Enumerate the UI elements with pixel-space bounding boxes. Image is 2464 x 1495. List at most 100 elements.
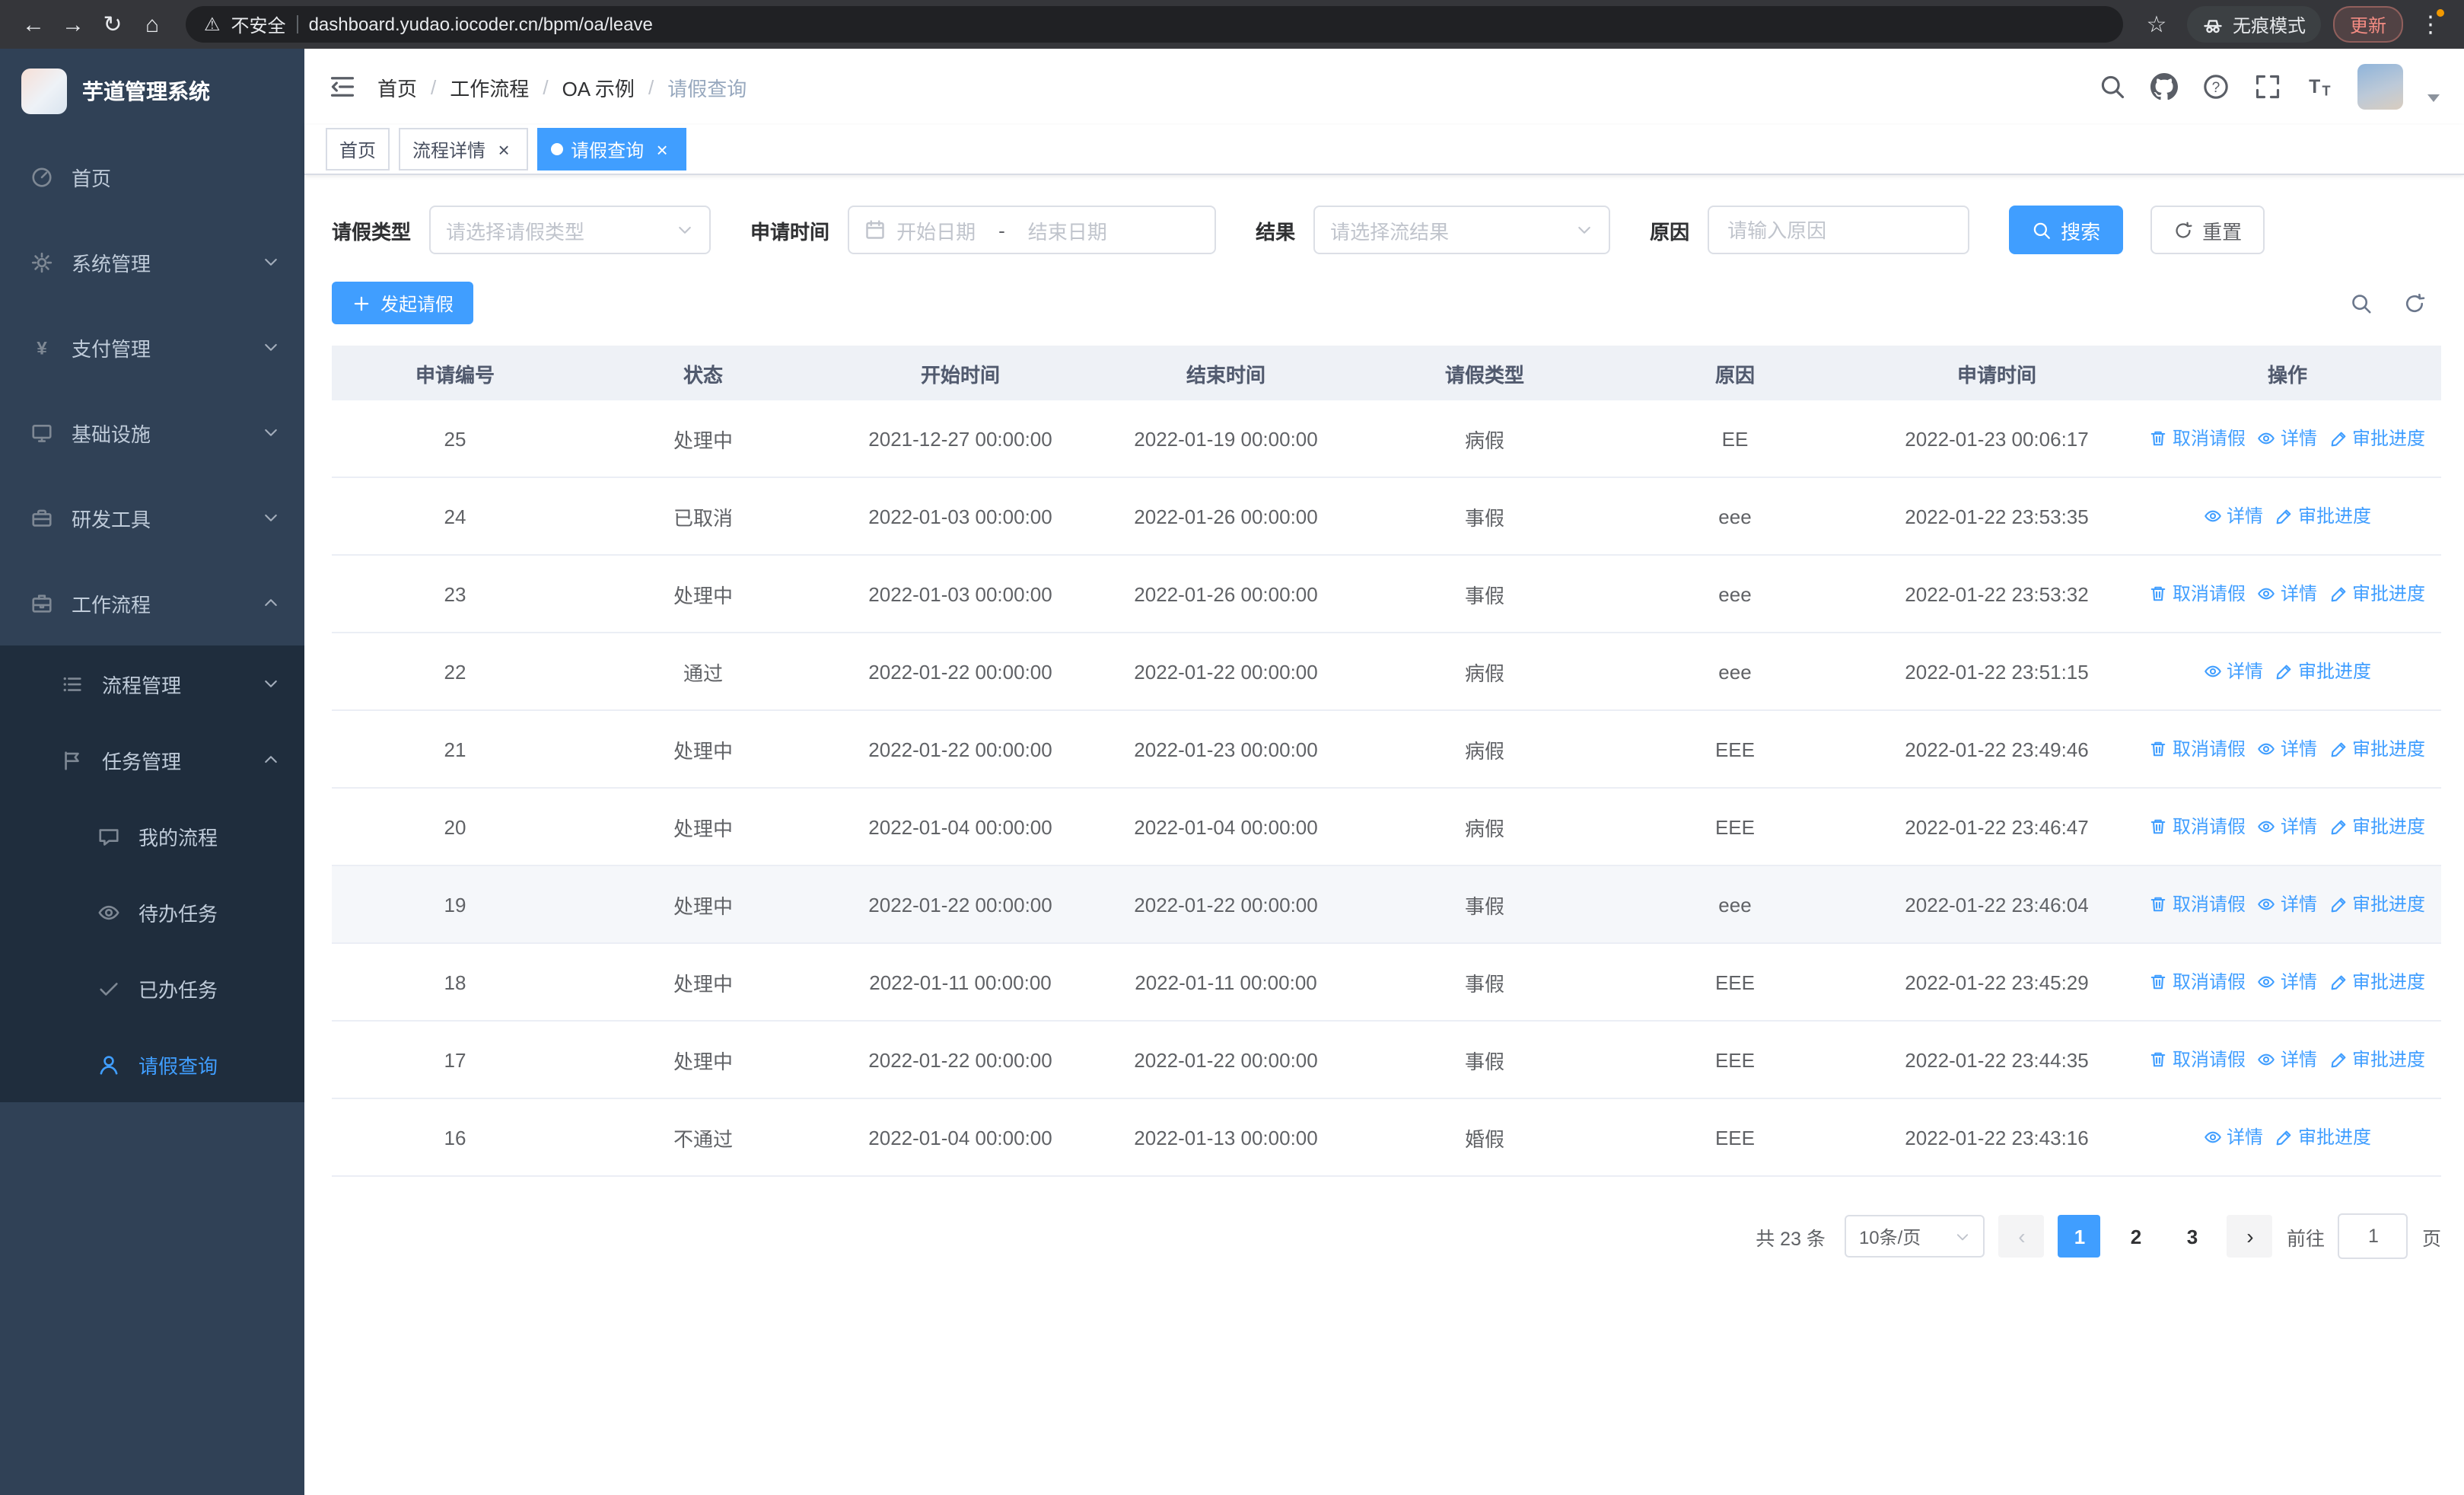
sidebar-item-task-management[interactable]: 任务管理 <box>0 722 304 798</box>
eye-icon <box>2258 740 2276 758</box>
page-2-button[interactable]: 2 <box>2115 1215 2157 1258</box>
prev-page-button[interactable]: ‹ <box>1998 1215 2045 1258</box>
cancel-action-link[interactable]: 取消请假 <box>2150 969 2246 995</box>
cell-apply-time: 2022-01-22 23:46:04 <box>1860 865 2134 944</box>
cell-id: 19 <box>332 865 578 944</box>
app-logo[interactable]: 芋道管理系统 <box>0 49 304 134</box>
sidebar-item-payment[interactable]: ¥ 支付管理 <box>0 304 304 390</box>
progress-action-link[interactable]: 审批进度 <box>2329 891 2425 917</box>
search-button[interactable]: 搜索 <box>2009 206 2124 254</box>
reason-label: 原因 <box>1650 220 1690 243</box>
start-date-placeholder: 开始日期 <box>896 220 976 243</box>
cancel-action-link[interactable]: 取消请假 <box>2150 891 2246 917</box>
detail-action-link[interactable]: 详情 <box>2204 658 2263 684</box>
reset-button[interactable]: 重置 <box>2150 206 2265 254</box>
pagination: 共 23 条 10条/页 ‹ 123 › 前往 页 <box>332 1213 2441 1259</box>
sidebar-item-todo-tasks[interactable]: 待办任务 <box>0 874 304 950</box>
tab-home[interactable]: 首页 <box>326 128 390 171</box>
sidebar-item-home[interactable]: 首页 <box>0 134 304 219</box>
browser-menu-icon[interactable]: ⋮ <box>2412 6 2449 43</box>
detail-action-link[interactable]: 详情 <box>2258 736 2317 762</box>
table-search-icon[interactable] <box>2350 292 2373 314</box>
sidebar-item-system[interactable]: 系统管理 <box>0 219 304 304</box>
back-icon[interactable]: ← <box>15 6 52 43</box>
sidebar-item-my-process[interactable]: 我的流程 <box>0 798 304 874</box>
detail-action-link[interactable]: 详情 <box>2204 503 2263 529</box>
goto-page-input[interactable] <box>2338 1213 2408 1259</box>
progress-action-link[interactable]: 审批进度 <box>2329 814 2425 840</box>
progress-action-link[interactable]: 审批进度 <box>2329 1047 2425 1073</box>
progress-action-link[interactable]: 审批进度 <box>2275 503 2371 529</box>
sidebar-item-process-management[interactable]: 流程管理 <box>0 645 304 722</box>
cell-end-time: 2022-01-22 00:00:00 <box>1093 865 1359 944</box>
breadcrumb-item[interactable]: OA 示例 <box>562 72 635 101</box>
tab-label: 请假查询 <box>571 139 645 161</box>
leave-type-select[interactable]: 请选择请假类型 <box>429 206 712 254</box>
cell-reason: eee <box>1610 477 1860 556</box>
detail-action-link[interactable]: 详情 <box>2258 581 2317 607</box>
edit-icon <box>2329 973 2348 991</box>
breadcrumb-item[interactable]: 工作流程 <box>450 72 529 101</box>
sidebar-item-leave-query[interactable]: 请假查询 <box>0 1026 304 1102</box>
reload-icon[interactable]: ↻ <box>94 6 131 43</box>
cell-reason: EEE <box>1610 1021 1860 1099</box>
apply-time-range-picker[interactable]: 开始日期 - 结束日期 <box>848 206 1217 254</box>
avatar-caret-icon[interactable] <box>2427 94 2440 101</box>
cell-end-time: 2022-01-13 00:00:00 <box>1093 1098 1359 1177</box>
page-3-button[interactable]: 3 <box>2171 1215 2214 1258</box>
create-leave-button[interactable]: 发起请假 <box>332 282 474 324</box>
page-1-button[interactable]: 1 <box>2058 1215 2101 1258</box>
breadcrumb-item[interactable]: 首页 <box>377 72 417 101</box>
chevron-down-icon <box>262 674 280 693</box>
cell-actions: 详情 审批进度 <box>2134 477 2441 556</box>
yen-icon: ¥ <box>30 336 53 359</box>
tab-process-detail[interactable]: 流程详情 × <box>399 128 529 171</box>
reason-input[interactable] <box>1724 217 1953 243</box>
sidebar-item-infra[interactable]: 基础设施 <box>0 390 304 475</box>
column-header: 申请编号 <box>332 346 578 400</box>
cancel-action-link[interactable]: 取消请假 <box>2150 581 2246 607</box>
detail-action-link[interactable]: 详情 <box>2258 814 2317 840</box>
url-bar[interactable]: ⚠ 不安全 dashboard.yudao.iocoder.cn/bpm/oa/… <box>186 6 2123 43</box>
fullscreen-icon[interactable] <box>2254 73 2281 100</box>
detail-action-link[interactable]: 详情 <box>2258 1047 2317 1073</box>
tab-leave-query[interactable]: 请假查询 × <box>537 128 687 171</box>
sidebar-item-done-tasks[interactable]: 已办任务 <box>0 950 304 1026</box>
progress-action-link[interactable]: 审批进度 <box>2275 658 2371 684</box>
close-icon[interactable]: × <box>651 139 673 160</box>
progress-action-link[interactable]: 审批进度 <box>2329 581 2425 607</box>
font-size-icon[interactable]: TT <box>2306 73 2333 100</box>
sidebar-item-workflow[interactable]: 工作流程 <box>0 560 304 645</box>
forward-icon[interactable]: → <box>55 6 91 43</box>
cancel-action-link[interactable]: 取消请假 <box>2150 736 2246 762</box>
progress-action-link[interactable]: 审批进度 <box>2329 736 2425 762</box>
progress-action-link[interactable]: 审批进度 <box>2275 1124 2371 1150</box>
cancel-action-link[interactable]: 取消请假 <box>2150 1047 2246 1073</box>
cancel-action-link[interactable]: 取消请假 <box>2150 814 2246 840</box>
user-avatar[interactable] <box>2357 64 2403 110</box>
detail-action-link[interactable]: 详情 <box>2204 1124 2263 1150</box>
close-icon[interactable]: × <box>493 139 514 160</box>
search-icon[interactable] <box>2099 73 2126 100</box>
bookmark-star-icon[interactable]: ☆ <box>2138 6 2175 43</box>
sidebar-item-devtools[interactable]: 研发工具 <box>0 475 304 560</box>
help-icon[interactable]: ? <box>2202 73 2230 100</box>
eye-icon <box>2204 662 2222 681</box>
cell-start-time: 2022-01-03 00:00:00 <box>828 555 1093 633</box>
breadcrumb: 首页 / 工作流程 / OA 示例 / 请假查询 <box>377 72 747 101</box>
table-refresh-icon[interactable] <box>2403 292 2426 314</box>
update-button[interactable]: 更新 <box>2332 6 2403 43</box>
page-size-select[interactable]: 10条/页 <box>1845 1215 1985 1258</box>
result-label: 结果 <box>1256 220 1296 243</box>
detail-action-link[interactable]: 详情 <box>2258 969 2317 995</box>
result-select[interactable]: 请选择流结果 <box>1313 206 1611 254</box>
collapse-sidebar-icon[interactable] <box>329 73 356 100</box>
github-icon[interactable] <box>2150 73 2178 100</box>
detail-action-link[interactable]: 详情 <box>2258 426 2317 451</box>
progress-action-link[interactable]: 审批进度 <box>2329 426 2425 451</box>
progress-action-link[interactable]: 审批进度 <box>2329 969 2425 995</box>
detail-action-link[interactable]: 详情 <box>2258 891 2317 917</box>
home-icon[interactable]: ⌂ <box>134 6 170 43</box>
next-page-button[interactable]: › <box>2227 1215 2273 1258</box>
cancel-action-link[interactable]: 取消请假 <box>2150 426 2246 451</box>
